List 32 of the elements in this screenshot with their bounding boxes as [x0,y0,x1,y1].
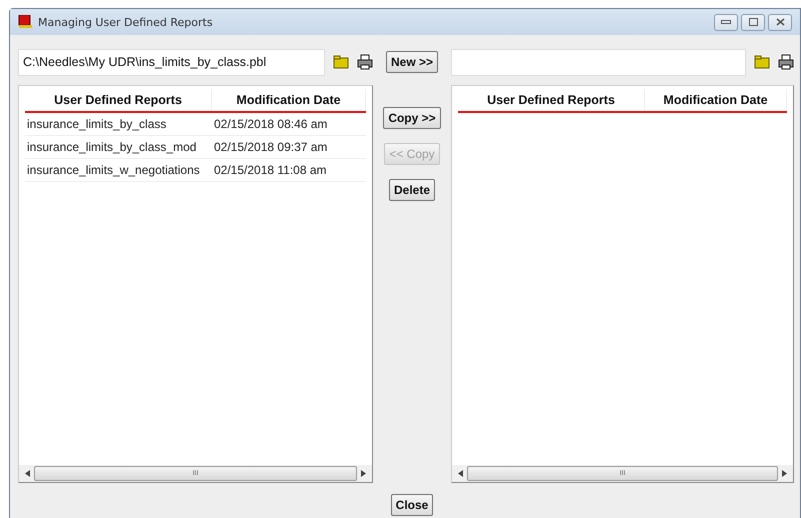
right-arrow-icon[interactable] [361,470,366,477]
new-button[interactable]: New >> [386,51,438,73]
path-field[interactable]: C:\Needles\My UDR\ins_limits_by_class.pbl [18,48,325,76]
path-field[interactable] [451,48,746,76]
folder-icon[interactable] [333,55,349,69]
window-title: Managing User Defined Reports [38,16,213,28]
column-header[interactable]: Modification Date [212,89,366,111]
table-cell-text: 02/15/2018 11:08 am [213,163,328,177]
close-dialog-button[interactable]: Close [390,494,434,516]
maximize-icon [748,18,758,26]
folder-icon[interactable] [754,55,770,69]
left-arrow-icon[interactable] [458,470,463,477]
delete-button[interactable]: Delete [388,179,436,201]
column-header[interactable]: User Defined Reports [25,89,212,111]
left-arrow-icon[interactable] [25,470,30,477]
table-cell-text: insurance_limits_by_class [26,117,168,131]
app-icon [18,15,34,29]
table-cell-text: 02/15/2018 08:46 am [213,117,328,131]
close-icon [776,18,784,26]
minimize-icon [721,20,731,24]
printer-icon[interactable] [357,54,373,70]
minimize-button[interactable] [714,14,738,30]
table-cell-text: 02/15/2018 09:37 am [213,140,328,154]
column-header[interactable]: Modification Date [645,89,787,111]
column-header[interactable]: User Defined Reports [458,89,645,111]
printer-icon[interactable] [778,54,794,70]
table-cell-text: insurance_limits_w_negotiations [26,163,201,177]
table-cell-text: insurance_limits_by_class_mod [26,140,198,154]
maximize-button[interactable] [741,14,765,30]
copy-button[interactable]: Copy >> [383,107,441,129]
close-button[interactable] [768,14,792,30]
right-arrow-icon[interactable] [782,470,787,477]
